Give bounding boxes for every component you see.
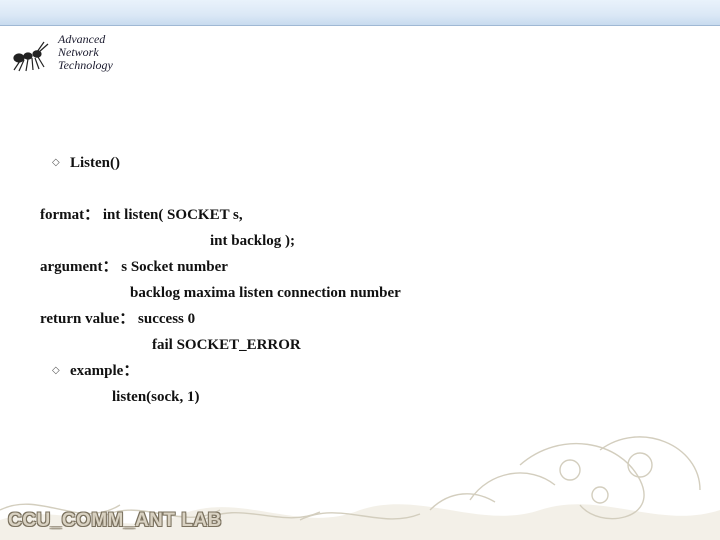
slide-body: ◇ Listen() format： int listen( SOCKET s,… [40, 150, 680, 410]
diamond-bullet-icon: ◇ [40, 150, 70, 176]
format-line-1: format： int listen( SOCKET s, [40, 202, 680, 228]
section-heading-row: ◇ Listen() [40, 150, 680, 176]
brand-line: Network [58, 46, 113, 59]
window-titlebar [0, 0, 720, 26]
decorative-footer: CCU_COMM_ANT LAB [0, 410, 720, 540]
section-heading: Listen() [70, 150, 120, 176]
ant-logo [6, 30, 52, 74]
brand-line: Advanced [58, 33, 113, 46]
return-line-1: return value： success 0 [40, 306, 680, 332]
brand-text: Advanced Network Technology [58, 33, 113, 72]
example-row: ◇ example： [40, 358, 680, 384]
slide-header: Advanced Network Technology [0, 26, 720, 78]
diamond-bullet-icon: ◇ [40, 358, 70, 384]
format-line-2: int backlog ); [40, 228, 680, 254]
return-line-2: fail SOCKET_ERROR [40, 332, 680, 358]
argument-line-2: backlog maxima listen connection number [40, 280, 680, 306]
brand-line: Technology [58, 59, 113, 72]
example-code: listen(sock, 1) [40, 384, 680, 410]
footer-lab-label: CCU_COMM_ANT LAB [8, 510, 222, 532]
example-label: example： [70, 358, 138, 384]
argument-line-1: argument： s Socket number [40, 254, 680, 280]
